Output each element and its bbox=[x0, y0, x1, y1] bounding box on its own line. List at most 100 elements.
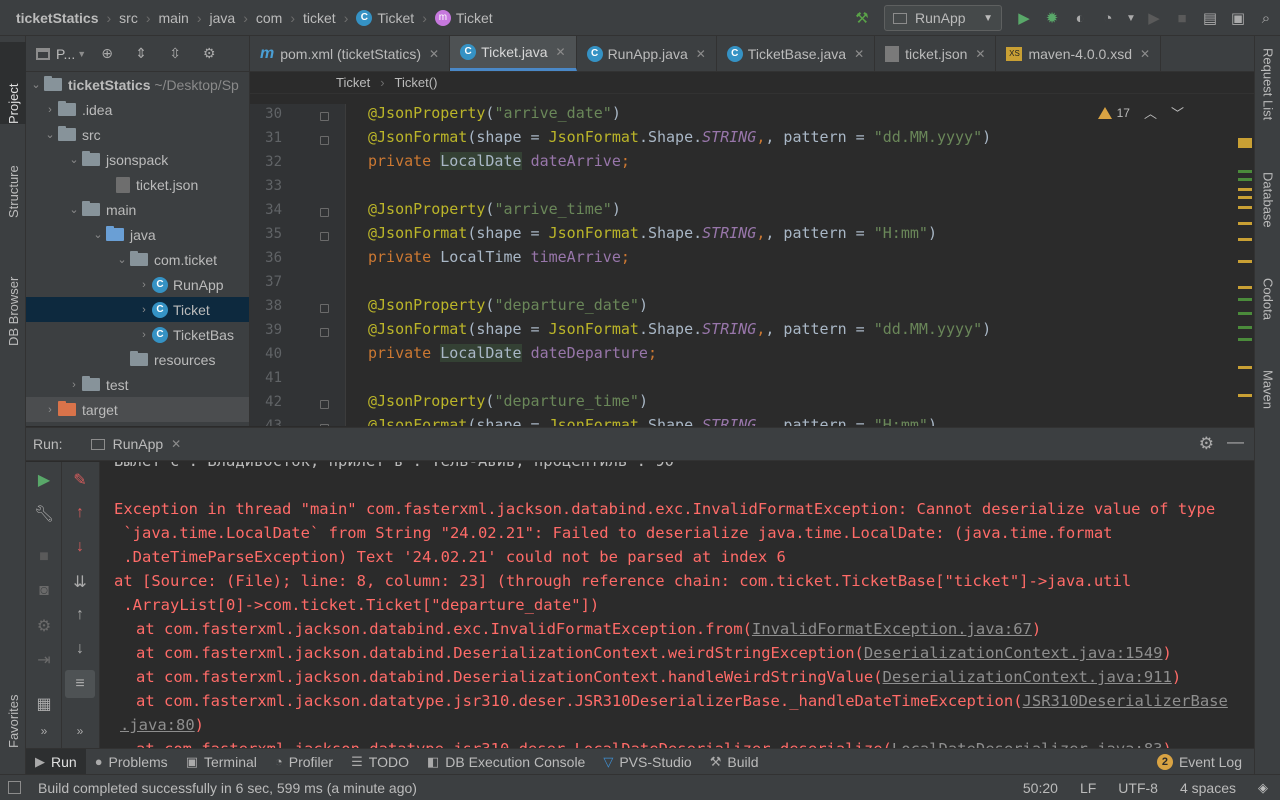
fold-marker-icon[interactable] bbox=[320, 208, 329, 217]
db-browser-tool-tab[interactable]: DB Browser bbox=[0, 242, 26, 346]
tree-row-resources[interactable]: resources bbox=[26, 347, 249, 372]
breadcrumb-com[interactable]: com bbox=[256, 10, 282, 26]
request-list-tool-tab[interactable]: Request List bbox=[1255, 48, 1280, 158]
status-message[interactable]: Build completed successfully in 6 sec, 5… bbox=[38, 780, 417, 796]
minimize-icon[interactable]: — bbox=[1227, 432, 1244, 452]
change-mark[interactable] bbox=[1238, 298, 1252, 301]
warning-mark[interactable] bbox=[1238, 238, 1252, 241]
wrench-icon[interactable]: 🔧︎ bbox=[26, 504, 62, 524]
search-icon[interactable]: ⌕ bbox=[1252, 4, 1280, 32]
tree-row-project[interactable]: ⌄ ticketStatics ~/Desktop/Sp bbox=[26, 72, 249, 97]
tree-row-src[interactable]: ⌄ src bbox=[26, 122, 249, 147]
file-encoding[interactable]: UTF-8 bbox=[1118, 780, 1158, 796]
arrow-down-icon[interactable]: ↓ bbox=[62, 538, 98, 556]
stack-link[interactable]: InvalidFormatException.java:67 bbox=[752, 620, 1032, 638]
arrow-up-icon[interactable]: ↑ bbox=[62, 504, 98, 522]
warning-mark[interactable] bbox=[1238, 394, 1252, 397]
layout-icon[interactable]: ▦ bbox=[26, 694, 62, 714]
fold-marker-icon[interactable] bbox=[320, 424, 329, 426]
chevron-down-icon[interactable]: ▼ bbox=[77, 49, 86, 59]
code-line[interactable]: @JsonProperty("departure_time") bbox=[368, 392, 648, 410]
coverage-icon[interactable]: ◐ bbox=[1066, 4, 1094, 32]
code-line[interactable]: @JsonFormat(shape = JsonFormat.Shape.STR… bbox=[368, 224, 937, 242]
chevron-down-icon[interactable]: ﹀ bbox=[1171, 103, 1184, 122]
structure-tool-tab[interactable]: Structure bbox=[0, 136, 26, 218]
caret-position[interactable]: 50:20 bbox=[1023, 780, 1058, 796]
profile-icon[interactable]: ◔ bbox=[1094, 4, 1122, 32]
gear-icon[interactable]: ⚙ bbox=[196, 41, 222, 67]
terminal-window-icon[interactable]: ▣ bbox=[1224, 4, 1252, 32]
codota-tool-tab[interactable]: Codota bbox=[1255, 278, 1280, 358]
breadcrumb-ticket-method[interactable]: m Ticket bbox=[434, 9, 493, 26]
code-line[interactable]: @JsonProperty("departure_date") bbox=[368, 296, 648, 314]
tree-row-com-ticket[interactable]: ⌄ com.ticket bbox=[26, 247, 249, 272]
error-stripe[interactable] bbox=[1234, 126, 1254, 426]
change-mark[interactable] bbox=[1238, 170, 1252, 173]
event-log-tab[interactable]: 2 Event Log bbox=[1156, 749, 1242, 775]
tab-runapp[interactable]: RunApp ✕ bbox=[90, 436, 181, 452]
warning-mark[interactable] bbox=[1238, 196, 1252, 199]
breadcrumb-ticket-package[interactable]: ticket bbox=[303, 10, 336, 26]
rerun-icon[interactable]: ▶ bbox=[26, 470, 62, 490]
chevron-down-icon[interactable]: ▼ bbox=[1122, 4, 1140, 32]
warning-mark[interactable] bbox=[1238, 260, 1252, 263]
change-mark[interactable] bbox=[1238, 326, 1252, 329]
tab-ticket-java[interactable]: C Ticket.java ✕ bbox=[450, 36, 577, 71]
code-line[interactable]: @JsonFormat(shape = JsonFormat.Shape.STR… bbox=[368, 128, 991, 146]
code-line[interactable]: @JsonProperty("arrive_date") bbox=[368, 104, 621, 122]
run-button[interactable]: ▶ bbox=[1010, 4, 1038, 32]
code-line[interactable]: private LocalDate dateArrive; bbox=[368, 152, 630, 170]
stack-link[interactable]: DeserializationContext.java:911 bbox=[883, 668, 1172, 686]
build-hammer-icon[interactable]: ⚒ bbox=[848, 4, 876, 32]
project-structure-icon[interactable]: ▤ bbox=[1196, 4, 1224, 32]
sort-icon[interactable]: ⇊ bbox=[62, 572, 98, 592]
stack-link[interactable]: JSR310DeserializerBase bbox=[1023, 692, 1228, 710]
run-configuration-select[interactable]: RunApp ▼ bbox=[884, 5, 1002, 31]
warning-mark[interactable] bbox=[1238, 286, 1252, 289]
close-icon[interactable]: ✕ bbox=[429, 47, 439, 61]
tree-row-jsonspack[interactable]: ⌄ jsonspack bbox=[26, 147, 249, 172]
tab-db-execution-console[interactable]: ◧ DB Execution Console bbox=[418, 749, 594, 775]
chevron-up-icon[interactable]: ︿ bbox=[1144, 103, 1157, 122]
toggle-tool-windows-icon[interactable] bbox=[8, 781, 21, 794]
stack-link[interactable]: DeserializationContext.java:1549 bbox=[864, 644, 1163, 662]
fold-marker-icon[interactable] bbox=[320, 400, 329, 409]
clear-console-icon[interactable]: ✎ bbox=[62, 470, 98, 490]
breadcrumb-main[interactable]: main bbox=[159, 10, 189, 26]
database-tool-tab[interactable]: Database bbox=[1255, 172, 1280, 262]
close-icon[interactable]: ✕ bbox=[975, 47, 985, 61]
tree-row-ticket[interactable]: › C Ticket bbox=[26, 297, 249, 322]
locate-file-icon[interactable]: ⊕ bbox=[94, 41, 120, 67]
tab-todo[interactable]: ☰ TODO bbox=[342, 749, 418, 775]
line-separator[interactable]: LF bbox=[1080, 780, 1096, 796]
fold-marker-icon[interactable] bbox=[320, 136, 329, 145]
more-icon[interactable]: » bbox=[26, 724, 62, 738]
tree-row-ticket-json[interactable]: ticket.json bbox=[26, 172, 249, 197]
arrow-up-icon[interactable]: ↑ bbox=[62, 606, 98, 624]
tab-runapp-java[interactable]: C RunApp.java ✕ bbox=[577, 36, 717, 71]
tab-profiler[interactable]: ◔ Profiler bbox=[266, 749, 342, 775]
breadcrumb-project[interactable]: ticketStatics bbox=[16, 10, 98, 26]
project-tool-tab[interactable]: Project bbox=[0, 42, 26, 124]
tree-row-idea[interactable]: › .idea bbox=[26, 97, 249, 122]
breadcrumb-java[interactable]: java bbox=[210, 10, 236, 26]
fold-marker-icon[interactable] bbox=[320, 328, 329, 337]
favorites-tool-tab[interactable]: Favorites bbox=[0, 648, 26, 748]
code-line[interactable]: @JsonFormat(shape = JsonFormat.Shape.STR… bbox=[368, 416, 937, 426]
notification-icon[interactable]: ◈ bbox=[1258, 780, 1268, 796]
tab-maven-xsd[interactable]: XS maven-4.0.0.xsd ✕ bbox=[996, 36, 1162, 71]
console-output[interactable]: Вылет с : Владивосток, прилет в : Тель-А… bbox=[100, 462, 1254, 749]
close-icon[interactable]: ✕ bbox=[696, 47, 706, 61]
code-line[interactable]: @JsonProperty("arrive_time") bbox=[368, 200, 621, 218]
change-mark[interactable] bbox=[1238, 312, 1252, 315]
expand-all-icon[interactable]: ⇕ bbox=[128, 41, 154, 67]
close-icon[interactable]: ✕ bbox=[556, 45, 566, 59]
fold-marker-icon[interactable] bbox=[320, 112, 329, 121]
warning-mark[interactable] bbox=[1238, 206, 1252, 209]
tab-pom-xml[interactable]: m pom.xml (ticketStatics) ✕ bbox=[250, 36, 451, 71]
inspection-widget[interactable]: 17 ︿ ﹀ bbox=[1097, 103, 1184, 122]
tab-ticketbase-java[interactable]: C TicketBase.java ✕ bbox=[717, 36, 876, 71]
tree-row-test[interactable]: › test bbox=[26, 372, 249, 397]
tree-row-main[interactable]: ⌄ main bbox=[26, 197, 249, 222]
warning-mark[interactable] bbox=[1238, 366, 1252, 369]
